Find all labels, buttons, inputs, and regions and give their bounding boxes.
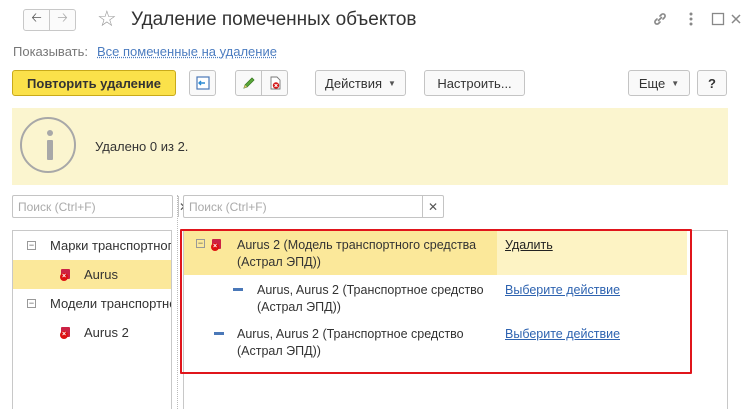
delete-mark-icon [270,76,280,90]
row-action-link[interactable]: Выберите действие [505,283,620,297]
more-vertical-icon[interactable] [681,9,701,29]
arrow-left-icon: 🡠 [31,10,42,25]
tree-item-label: Марки транспортного [50,238,172,253]
links-grid: − × Aurus 2 (Модель транспортного средст… [183,230,728,409]
tree-item-row[interactable]: × Aurus [13,260,171,289]
caret-down-icon: ▼ [671,78,680,88]
retry-delete-label: Повторить удаление [27,75,161,91]
edit-button[interactable] [235,70,262,96]
row-object-name[interactable]: Aurus, Aurus 2 (Транспортное средство (А… [237,326,502,360]
tree-item-label: Aurus [84,267,118,282]
info-panel: Удалено 0 из 2. [12,108,728,185]
deleted-object-icon: × [60,268,72,281]
tree-group-row[interactable]: − Модели транспортног [13,289,171,318]
window-title: Удаление помеченных объектов [131,9,417,30]
forward-button[interactable]: 🡢 [49,9,76,31]
left-search-field: ✕ [12,195,189,218]
link-icon[interactable] [650,9,670,29]
help-label: ? [708,75,716,91]
minus-toggle-icon[interactable]: − [27,299,36,308]
arrow-right-icon: 🡢 [57,10,68,25]
configure-button[interactable]: Настроить... [424,70,525,96]
row-object-name[interactable]: Aurus 2 (Модель транспортного средства (… [237,237,499,271]
filter-link[interactable]: Все помеченные на удаление [97,44,277,59]
tree-item-label: Модели транспортног [50,296,172,311]
favorite-star-icon[interactable]: ☆ [97,7,117,31]
maximize-icon[interactable] [708,9,728,29]
left-search-input[interactable] [13,196,178,217]
filter-label: Показывать: [13,44,88,59]
minus-toggle-icon[interactable]: − [27,241,36,250]
dash-icon [233,288,243,291]
tree-group-row[interactable]: − Марки транспортного [13,231,171,260]
close-icon[interactable] [726,9,745,29]
actions-menu-button[interactable]: Действия ▼ [315,70,406,96]
pencil-icon [242,77,255,89]
panel-splitter[interactable] [177,195,178,409]
info-icon [20,117,76,173]
tree-item-label: Aurus 2 [84,325,129,340]
minus-toggle-icon[interactable]: − [196,239,205,248]
more-label: Еще [638,75,666,91]
output-list-button[interactable] [189,70,216,96]
row-action-link[interactable]: Выберите действие [505,327,620,341]
clear-search-icon[interactable]: ✕ [422,196,443,217]
right-search-field: ✕ [183,195,444,218]
object-tree: − Марки транспортного × Aurus − Модели т… [12,230,172,409]
help-button[interactable]: ? [697,70,727,96]
info-message: Удалено 0 из 2. [95,139,189,154]
mark-delete-button[interactable] [261,70,288,96]
row-object-name[interactable]: Aurus, Aurus 2 (Транспортное средство (А… [257,282,487,316]
configure-label: Настроить... [437,75,512,91]
retry-delete-button[interactable]: Повторить удаление [12,70,176,96]
right-search-input[interactable] [184,196,422,217]
deleted-object-icon: × [211,239,223,251]
dash-icon [214,332,224,335]
caret-down-icon: ▼ [388,78,396,88]
output-list-icon [195,76,210,90]
row-action-link[interactable]: Удалить [505,238,553,252]
deleted-object-icon: × [60,326,72,339]
more-menu-button[interactable]: Еще ▼ [628,70,690,96]
tree-item-row[interactable]: × Aurus 2 [13,318,171,347]
back-button[interactable]: 🡠 [23,9,50,31]
actions-label: Действия [325,75,383,91]
